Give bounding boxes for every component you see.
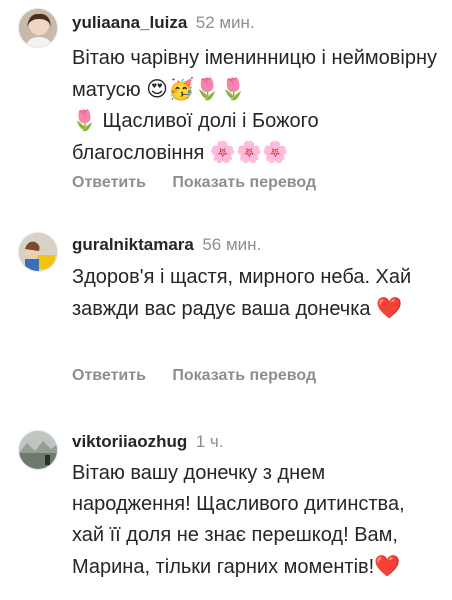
comment-text-body: Вітаю вашу донечку з днем народження! Ща… — [72, 462, 405, 578]
comment-text: Здоров'я і щастя, мирного неба. Хай завж… — [72, 262, 442, 325]
comment-text: Вітаю чарівну іменинницю і неймовірну ма… — [72, 43, 442, 169]
heart-emoji: ❤️ — [374, 554, 401, 578]
reply-button[interactable]: Ответить — [72, 174, 146, 191]
reply-button[interactable]: Ответить — [72, 367, 146, 384]
username[interactable]: guralniktamara — [72, 235, 194, 254]
timestamp: 56 мин. — [202, 235, 262, 254]
timestamp: 52 мин. — [195, 13, 255, 32]
translate-button[interactable]: Показать перевод — [172, 367, 316, 384]
heart-emoji: ❤️ — [376, 296, 403, 320]
username[interactable]: viktoriiaozhug — [72, 432, 187, 451]
comment-text-body: Здоров'я і щастя, мирного неба. Хай завж… — [72, 266, 412, 320]
timestamp: 1 ч. — [195, 432, 224, 451]
comment-actions: Ответить Показать перевод — [72, 173, 316, 193]
comment-text: Вітаю вашу донечку з днем народження! Ща… — [72, 458, 442, 583]
comment-item: viktoriiaozhug 1 ч. Вітаю вашу донечку з… — [0, 420, 452, 600]
comment-item: yuliaana_luiza 52 мин. Вітаю чарівну іме… — [0, 0, 452, 200]
comment-item: guralniktamara 56 мин. Здоров'я і щастя,… — [0, 222, 452, 392]
avatar[interactable] — [18, 232, 58, 272]
avatar[interactable] — [18, 430, 58, 470]
emoji-group-2: 🌸🌸🌸 — [209, 140, 289, 164]
comment-text-body: Вітаю чарівну іменинницю і неймовірну ма… — [72, 47, 437, 101]
translate-button[interactable]: Показать перевод — [172, 174, 316, 191]
emoji-group: 😍🥳🌷🌷 — [146, 77, 247, 101]
username[interactable]: yuliaana_luiza — [72, 13, 187, 32]
avatar[interactable] — [18, 8, 58, 48]
comment-actions: Ответить Показать перевод — [72, 366, 316, 386]
